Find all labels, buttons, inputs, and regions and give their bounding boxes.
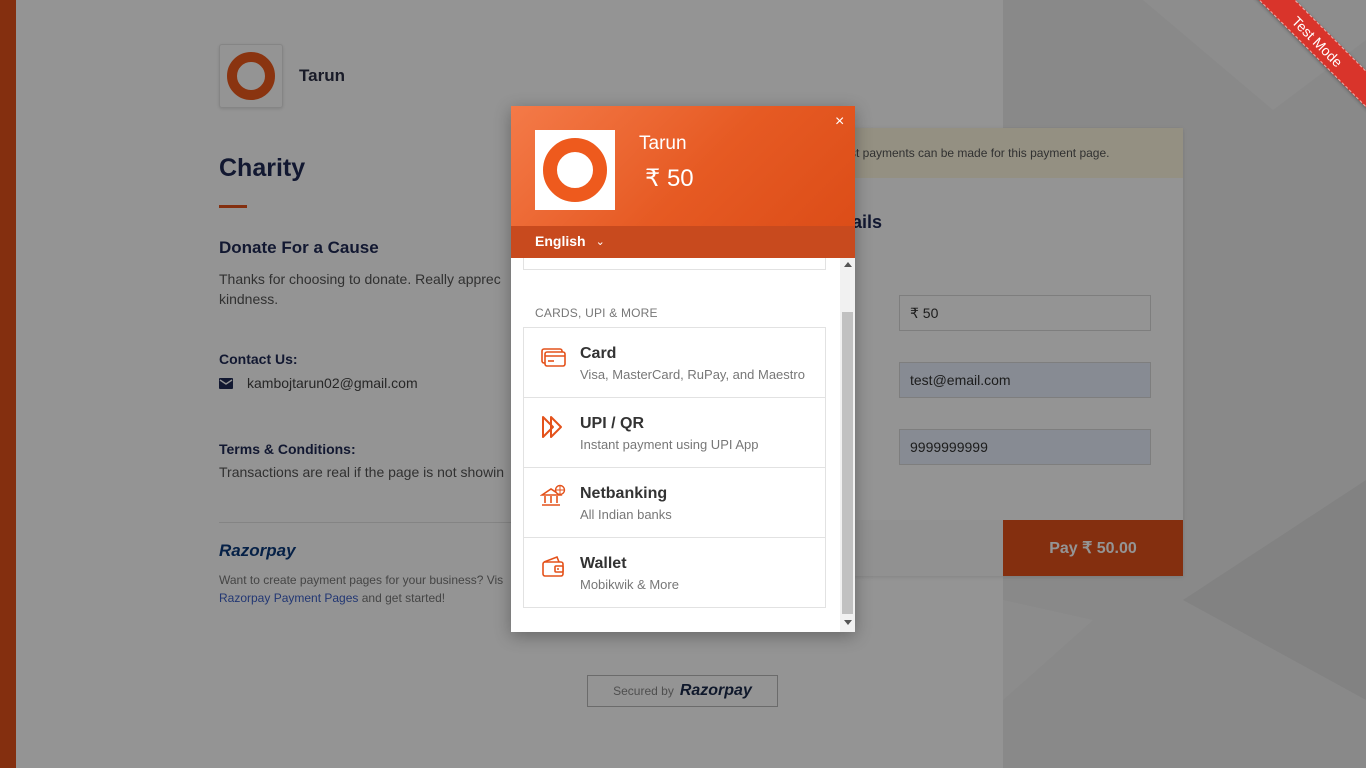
method-wallet[interactable]: Wallet Mobikwik & More: [524, 538, 825, 607]
bank-icon: [540, 484, 566, 506]
close-icon[interactable]: ×: [835, 113, 844, 131]
payment-methods-heading: CARDS, UPI & MORE: [535, 306, 658, 320]
method-subtitle: All Indian banks: [580, 507, 672, 522]
scroll-down-arrow-icon[interactable]: [844, 620, 852, 625]
checkout-scrollbar[interactable]: [840, 258, 855, 632]
payment-methods-list: Card Visa, MasterCard, RuPay, and Maestr…: [523, 327, 826, 608]
wallet-icon: [542, 555, 564, 577]
previous-section-edge: [523, 258, 826, 270]
scroll-up-arrow-icon[interactable]: [844, 262, 852, 267]
scroll-thumb[interactable]: [842, 312, 853, 614]
checkout-modal: Tarun ₹ 50 × English ⌄ CARDS, UPI & MORE…: [511, 106, 855, 632]
language-selector[interactable]: English ⌄: [511, 226, 855, 258]
method-subtitle: Visa, MasterCard, RuPay, and Maestro: [580, 367, 805, 382]
method-subtitle: Mobikwik & More: [580, 577, 679, 592]
merchant-name: Tarun: [639, 133, 687, 154]
upi-icon: [542, 416, 562, 438]
method-card[interactable]: Card Visa, MasterCard, RuPay, and Maestr…: [524, 328, 825, 398]
checkout-header: Tarun ₹ 50 ×: [511, 106, 855, 226]
method-subtitle: Instant payment using UPI App: [580, 437, 759, 452]
method-upi[interactable]: UPI / QR Instant payment using UPI App: [524, 398, 825, 468]
checkout-amount: ₹ 50: [645, 165, 694, 192]
card-icon: [541, 348, 566, 367]
method-title: UPI / QR: [580, 415, 645, 432]
merchant-logo: [535, 130, 615, 210]
merchant-logo-ring-icon: [543, 138, 607, 202]
method-netbanking[interactable]: Netbanking All Indian banks: [524, 468, 825, 538]
method-title: Netbanking: [580, 485, 668, 502]
method-title: Card: [580, 345, 617, 362]
language-label: English: [535, 233, 586, 249]
checkout-body: CARDS, UPI & MORE Card Visa, MasterCard,…: [511, 258, 855, 632]
method-title: Wallet: [580, 555, 627, 572]
chevron-down-icon: ⌄: [595, 236, 605, 248]
